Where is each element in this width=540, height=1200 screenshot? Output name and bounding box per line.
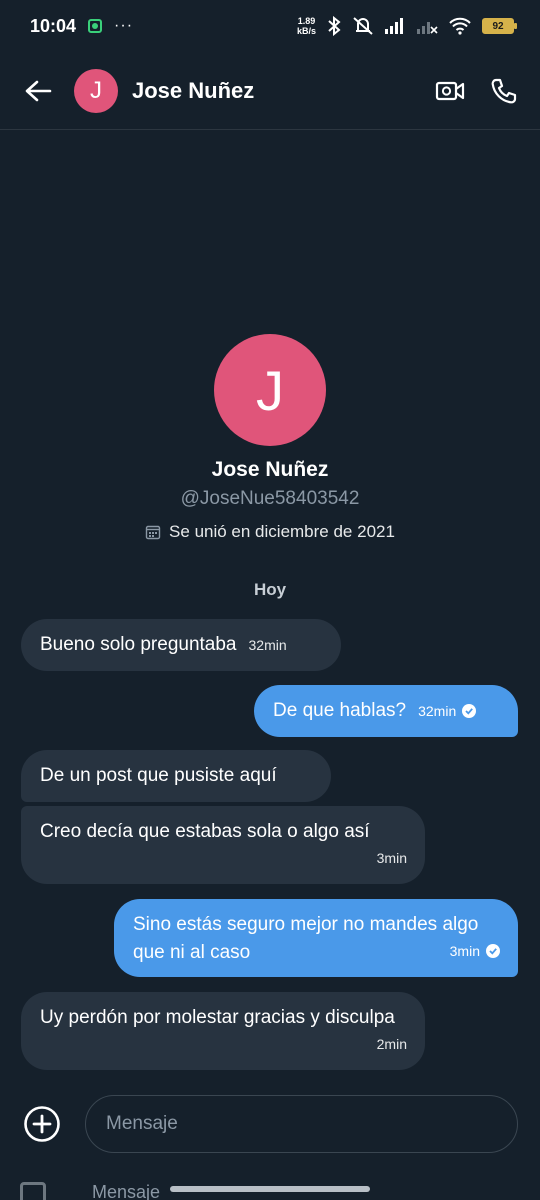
message-text: Sino estás seguro mejor no mandes algo q… xyxy=(133,914,479,963)
profile-name[interactable]: Jose Nuñez xyxy=(0,458,540,482)
message-content: De un post que pusiste aquí xyxy=(21,750,331,802)
status-bar: 10:04 ··· 1.89 kB/s 92 xyxy=(0,0,540,52)
profile-handle[interactable]: @JoseNue58403542 xyxy=(0,488,540,510)
message-meta: 32min xyxy=(418,697,477,725)
calendar-icon xyxy=(145,525,161,540)
message-time: 2min xyxy=(376,1036,407,1052)
day-separator: Hoy xyxy=(253,580,287,599)
network-speed-unit: kB/s xyxy=(296,26,316,36)
home-indicator[interactable] xyxy=(170,1186,370,1192)
screen-record-icon xyxy=(88,19,103,33)
message-text: Uy perdón por molestar gracias y disculp… xyxy=(40,1007,395,1028)
message-text: De un post que pusiste aquí xyxy=(40,765,277,786)
battery-indicator: 92 xyxy=(482,18,517,34)
status-right: 1.89 kB/s 92 xyxy=(297,16,517,36)
status-time: 10:04 xyxy=(30,15,77,36)
message-composer xyxy=(0,1094,540,1154)
profile-joined: Se unió en diciembre de 2021 xyxy=(0,522,540,542)
message-input[interactable] xyxy=(85,1095,518,1153)
message-time: 3min xyxy=(376,850,407,866)
header-actions xyxy=(434,75,520,107)
signal-weak-icon xyxy=(417,22,438,34)
header-avatar[interactable]: J xyxy=(74,68,118,113)
wifi-icon xyxy=(449,17,471,35)
message-meta: 3min xyxy=(450,937,500,965)
network-speed-value: 1.89 xyxy=(297,16,316,26)
chat-screen: 10:04 ··· 1.89 kB/s 92 J Jose Nuñez J Jo… xyxy=(0,0,540,1200)
plus-circle-icon xyxy=(24,1106,60,1142)
arrow-left-icon xyxy=(25,80,52,101)
profile-joined-text: Se unió en diciembre de 2021 xyxy=(169,522,395,541)
message-bubble-outgoing[interactable]: Sino estás seguro mejor no mandes algo q… xyxy=(114,899,518,977)
message-meta: 2min xyxy=(377,1030,407,1058)
message-time: 32min xyxy=(418,703,457,719)
phone-icon xyxy=(491,78,517,103)
video-camera-icon xyxy=(435,81,465,100)
ghost-label: Mensaje xyxy=(92,1181,161,1200)
back-button[interactable] xyxy=(20,73,56,109)
message-bubble-incoming[interactable]: Creo decía que estabas sola o algo así 3… xyxy=(21,806,425,884)
mute-icon xyxy=(353,17,373,35)
message-bubble-outgoing[interactable]: De que hablas? 32min xyxy=(254,685,518,737)
message-content: Bueno solo preguntaba 32min xyxy=(21,619,341,671)
message-bubble-incoming[interactable]: De un post que pusiste aquí xyxy=(21,750,331,802)
message-text: Creo decía que estabas sola o algo así xyxy=(40,821,370,842)
message-time: 3min xyxy=(449,943,480,959)
status-left: 10:04 ··· xyxy=(30,16,133,37)
message-content: De que hablas? 32min xyxy=(254,685,518,737)
sent-check-icon xyxy=(462,704,477,718)
signal-icon xyxy=(385,18,403,34)
status-more-icon: ··· xyxy=(114,17,134,34)
message-time: 32min xyxy=(248,637,287,653)
image-icon xyxy=(20,1182,46,1200)
video-call-button[interactable] xyxy=(434,75,466,107)
voice-call-button[interactable] xyxy=(488,75,520,107)
header-contact-name[interactable]: Jose Nuñez xyxy=(132,78,254,104)
message-bubble-incoming[interactable]: Uy perdón por molestar gracias y disculp… xyxy=(21,992,425,1070)
profile-avatar[interactable]: J xyxy=(214,334,326,446)
message-text: De que hablas? xyxy=(273,700,407,721)
bluetooth-icon xyxy=(328,16,341,36)
network-speed: 1.89 kB/s xyxy=(297,16,316,36)
sent-check-icon xyxy=(486,944,500,958)
profile-card: J Jose Nuñez @JoseNue58403542 Se unió en… xyxy=(0,334,540,542)
message-bubble-incoming[interactable]: Bueno solo preguntaba 32min xyxy=(21,619,341,671)
add-attachment-button[interactable] xyxy=(20,1102,64,1146)
message-meta: 3min xyxy=(377,844,407,872)
message-text: Bueno solo preguntaba xyxy=(40,634,237,655)
chat-header: J Jose Nuñez xyxy=(0,52,540,130)
